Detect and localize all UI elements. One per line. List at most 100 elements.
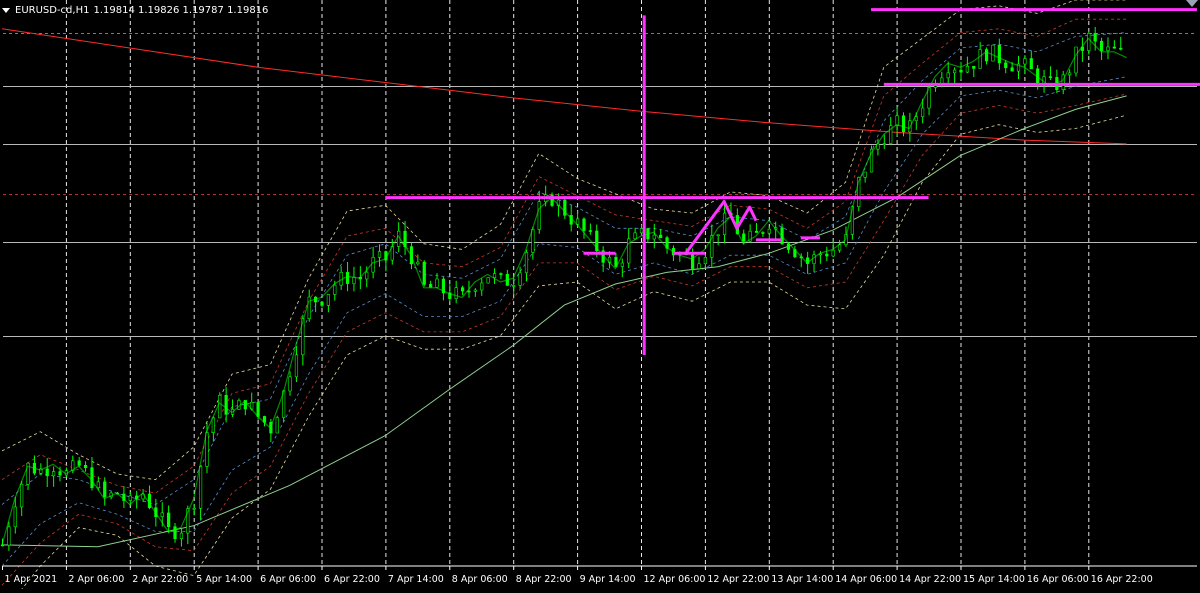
candle bbox=[269, 418, 273, 443]
series-band-lower-red bbox=[1, 93, 1127, 586]
candle-body bbox=[7, 526, 11, 546]
candle bbox=[627, 228, 631, 269]
candle bbox=[211, 416, 215, 442]
candle bbox=[697, 256, 701, 270]
candle bbox=[1080, 37, 1085, 62]
candle-body bbox=[352, 276, 356, 284]
candle bbox=[64, 467, 68, 478]
candle-body bbox=[192, 508, 196, 510]
candle-body bbox=[492, 273, 497, 278]
candle bbox=[991, 44, 995, 62]
candle-body bbox=[895, 115, 899, 126]
annotation-pattern-line[interactable] bbox=[684, 200, 758, 255]
candle-body bbox=[863, 171, 867, 178]
candle-body bbox=[965, 65, 969, 73]
symbol-label: EURUSD-cd,H1 bbox=[15, 4, 90, 16]
candle-body bbox=[1048, 76, 1053, 78]
candle-body bbox=[767, 228, 771, 234]
candle-body bbox=[467, 290, 471, 293]
candle-body bbox=[761, 232, 765, 234]
candle-body bbox=[128, 495, 132, 501]
candle-body bbox=[333, 284, 337, 295]
candle-body bbox=[921, 107, 925, 118]
candle bbox=[492, 268, 497, 284]
candle-body bbox=[882, 143, 886, 145]
candle-body bbox=[997, 44, 1001, 64]
candle-body bbox=[1004, 62, 1008, 69]
candle-body bbox=[179, 532, 184, 539]
candle-body bbox=[96, 481, 100, 489]
candle bbox=[882, 134, 886, 149]
candle bbox=[429, 280, 433, 288]
ohlc-label: 1.19814 1.19826 1.19787 1.19816 bbox=[93, 4, 269, 16]
price-close-line bbox=[1, 37, 1127, 546]
bands-layer bbox=[1, 0, 1127, 593]
candle bbox=[83, 461, 88, 472]
chart-title-bar: EURUSD-cd,H1 1.19814 1.19826 1.19787 1.1… bbox=[2, 3, 268, 17]
x-tick-label: 12 Apr 22:00 bbox=[707, 574, 769, 585]
candle bbox=[1087, 30, 1091, 55]
candle bbox=[716, 234, 720, 246]
candle bbox=[339, 266, 343, 290]
candle-body bbox=[1119, 47, 1123, 50]
chart-window[interactable]: 1 Apr 2021 2 Apr 06:00 2 Apr 22:00 5 Apr 14… bbox=[0, 0, 1200, 593]
candle-body bbox=[722, 212, 727, 236]
candle bbox=[179, 528, 184, 547]
annotations-layer bbox=[385, 8, 1200, 355]
candle-body bbox=[454, 287, 458, 299]
candle-body bbox=[52, 471, 56, 477]
candle-body bbox=[582, 218, 586, 231]
candle-body bbox=[901, 115, 906, 133]
candle bbox=[486, 277, 490, 284]
candle bbox=[454, 280, 458, 304]
candle-body bbox=[480, 282, 484, 291]
candle bbox=[294, 346, 299, 383]
candle bbox=[761, 231, 765, 237]
candle-body bbox=[45, 468, 49, 477]
candle bbox=[659, 228, 663, 239]
x-tick-label: 8 Apr 22:00 bbox=[516, 574, 572, 585]
x-tick-label: 14 Apr 22:00 bbox=[899, 574, 961, 585]
candle bbox=[32, 455, 37, 476]
series-band-lower-outer bbox=[18, 114, 1127, 593]
candle-body bbox=[1023, 58, 1027, 65]
candle-body bbox=[294, 354, 299, 378]
candle bbox=[582, 217, 586, 239]
candle bbox=[524, 249, 529, 282]
candle-body bbox=[377, 251, 382, 258]
candle bbox=[422, 260, 426, 287]
candle-body bbox=[198, 466, 203, 509]
candle bbox=[665, 235, 669, 254]
candle bbox=[863, 171, 867, 183]
candle bbox=[173, 522, 177, 543]
candle-body bbox=[1093, 33, 1097, 42]
candle bbox=[889, 116, 893, 145]
series-band-upper-red bbox=[1, 18, 1127, 494]
x-tick-label: 16 Apr 22:00 bbox=[1091, 574, 1153, 585]
candle-body bbox=[1068, 72, 1072, 76]
x-tick-label: 9 Apr 14:00 bbox=[580, 574, 636, 585]
candle-body bbox=[365, 271, 369, 280]
price-chart[interactable]: 1 Apr 2021 2 Apr 06:00 2 Apr 22:00 5 Apr 14… bbox=[0, 0, 1200, 593]
x-tick-label: 6 Apr 22:00 bbox=[324, 574, 380, 585]
x-tick-label: 6 Apr 06:00 bbox=[260, 574, 316, 585]
candle-body bbox=[691, 253, 695, 269]
candle-body bbox=[1106, 46, 1110, 51]
candle bbox=[288, 371, 292, 396]
candle-body bbox=[1029, 58, 1033, 70]
triangle-down-icon[interactable] bbox=[2, 6, 11, 15]
candle bbox=[825, 246, 829, 262]
candle-body bbox=[103, 481, 107, 498]
candle-body bbox=[160, 512, 164, 517]
x-tick-label: 2 Apr 06:00 bbox=[68, 574, 124, 585]
candle-body bbox=[652, 234, 656, 240]
x-tick-label: 14 Apr 06:00 bbox=[835, 574, 897, 585]
candle-body bbox=[429, 284, 433, 288]
candle bbox=[167, 505, 171, 534]
candle bbox=[198, 465, 203, 520]
candle-body bbox=[288, 376, 292, 392]
shift-marker-icon[interactable] bbox=[1186, 0, 1198, 7]
x-tick-label: 12 Apr 06:00 bbox=[644, 574, 706, 585]
candle-body bbox=[326, 294, 330, 306]
candle bbox=[984, 47, 989, 65]
